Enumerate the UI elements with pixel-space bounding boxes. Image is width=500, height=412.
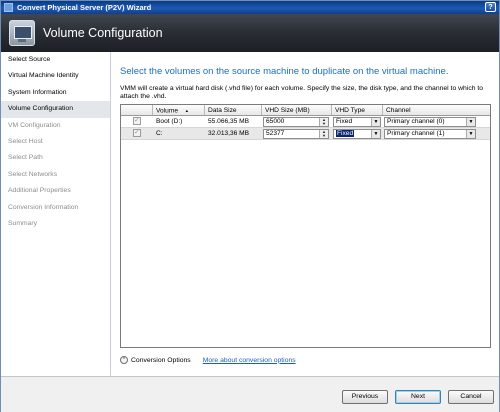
stepper-arrows-icon[interactable]: ▲ ▼ — [319, 118, 328, 126]
main-panel: Select the volumes on the source machine… — [112, 52, 499, 376]
vhd-size-stepper[interactable]: 52377 ▲ ▼ — [263, 129, 329, 139]
sort-ascending-icon: ▲ — [184, 108, 189, 113]
nav-item-additional-properties: Additional Properties — [8, 187, 71, 195]
data-size-cell: 32.013,36 MB — [208, 130, 250, 137]
column-header-vhd-size[interactable]: VHD Size (MB) — [262, 105, 332, 115]
chevron-down-icon[interactable]: ▼ — [466, 118, 475, 126]
page-heading: Select the volumes on the source machine… — [120, 66, 449, 77]
vhd-type-value: Fixed — [336, 118, 353, 125]
next-button[interactable]: Next — [395, 390, 441, 404]
nav-item-volume-configuration[interactable]: Volume Configuration — [1, 101, 110, 118]
column-header-select[interactable] — [121, 105, 153, 115]
app-icon — [4, 3, 13, 12]
channel-value: Primary channel (0) — [387, 118, 445, 125]
wizard-window: Convert Physical Server (P2V) Wizard ? V… — [0, 0, 500, 412]
volume-cell: Boot (D:) — [156, 118, 183, 125]
nav-item-summary: Summary — [8, 219, 38, 227]
vhd-type-dropdown[interactable]: Fixed ▼ — [333, 129, 381, 139]
banner-title: Volume Configuration — [43, 26, 163, 40]
chevron-down-icon[interactable]: ▼ — [466, 130, 475, 138]
channel-dropdown[interactable]: Primary channel (0) ▼ — [384, 117, 476, 127]
help-button[interactable]: ? — [485, 2, 496, 12]
volume-checkbox[interactable] — [133, 116, 141, 127]
channel-value: Primary channel (1) — [387, 130, 445, 137]
data-size-cell: 55.066,35 MB — [208, 118, 250, 125]
nav-item-conversion-information: Conversion Information — [8, 203, 79, 211]
conversion-options-toggle[interactable]: Conversion Options — [131, 357, 191, 364]
vhd-size-value: 52377 — [266, 130, 285, 137]
nav-item-vm-configuration: VM Configuration — [8, 121, 61, 129]
volume-cell: C: — [156, 130, 163, 137]
wizard-banner: Volume Configuration — [1, 14, 499, 52]
table-row[interactable]: Boot (D:) 55.066,35 MB 65000 ▲▼ Fixed ▼ — [121, 116, 490, 128]
column-header-data-size[interactable]: Data Size — [205, 105, 262, 115]
vhd-type-value: Fixed — [336, 130, 355, 137]
vhd-type-dropdown[interactable]: Fixed ▼ — [333, 117, 381, 127]
conversion-options-bar: ⌃ Conversion Options More about conversi… — [120, 356, 296, 364]
column-header-volume[interactable]: Volume ▲ — [153, 105, 205, 115]
server-icon — [9, 20, 35, 46]
expand-toggle-icon[interactable]: ⌃ — [120, 356, 128, 364]
nav-item-system-information[interactable]: System Information — [1, 85, 110, 101]
column-header-volume-label: Volume — [156, 107, 178, 115]
chevron-down-icon[interactable]: ▼ — [371, 118, 380, 126]
column-header-channel[interactable]: Channel — [383, 105, 490, 115]
previous-button[interactable]: Previous — [342, 390, 388, 404]
vhd-size-stepper[interactable]: 65000 ▲ ▼ — [263, 117, 329, 127]
channel-dropdown[interactable]: Primary channel (1) ▼ — [384, 129, 476, 139]
volume-checkbox[interactable] — [133, 128, 141, 139]
table-row[interactable]: C: 32.013,36 MB 52377 ▲▼ Fixed ▼ — [121, 128, 490, 140]
nav-item-select-host: Select Host — [8, 137, 43, 145]
page-description: VMM will create a virtual hard disk (.vh… — [120, 85, 484, 100]
nav-item-select-source[interactable]: Select Source — [1, 52, 110, 68]
stepper-arrows-icon[interactable]: ▲ ▼ — [319, 130, 328, 138]
chevron-down-icon[interactable]: ▼ — [371, 130, 380, 138]
cancel-button[interactable]: Cancel — [448, 390, 494, 404]
vhd-size-value: 65000 — [266, 118, 285, 125]
nav-item-vm-identity[interactable]: Virtual Machine Identity — [1, 68, 110, 84]
wizard-steps-nav: Select Source Virtual Machine Identity S… — [1, 52, 111, 376]
wizard-footer: Previous Next Cancel — [1, 376, 499, 412]
grid-header: Volume ▲ Data Size VHD Size (MB) VHD Typ… — [121, 105, 490, 116]
grid-empty-area — [121, 140, 490, 347]
title-bar: Convert Physical Server (P2V) Wizard ? — [1, 1, 499, 14]
column-header-vhd-type[interactable]: VHD Type — [332, 105, 383, 115]
nav-item-select-path: Select Path — [8, 154, 43, 162]
nav-item-select-networks: Select Networks — [8, 170, 58, 178]
more-about-conversion-options-link[interactable]: More about conversion options — [203, 357, 296, 364]
volume-grid: Volume ▲ Data Size VHD Size (MB) VHD Typ… — [120, 104, 491, 348]
window-title: Convert Physical Server (P2V) Wizard — [17, 3, 152, 12]
